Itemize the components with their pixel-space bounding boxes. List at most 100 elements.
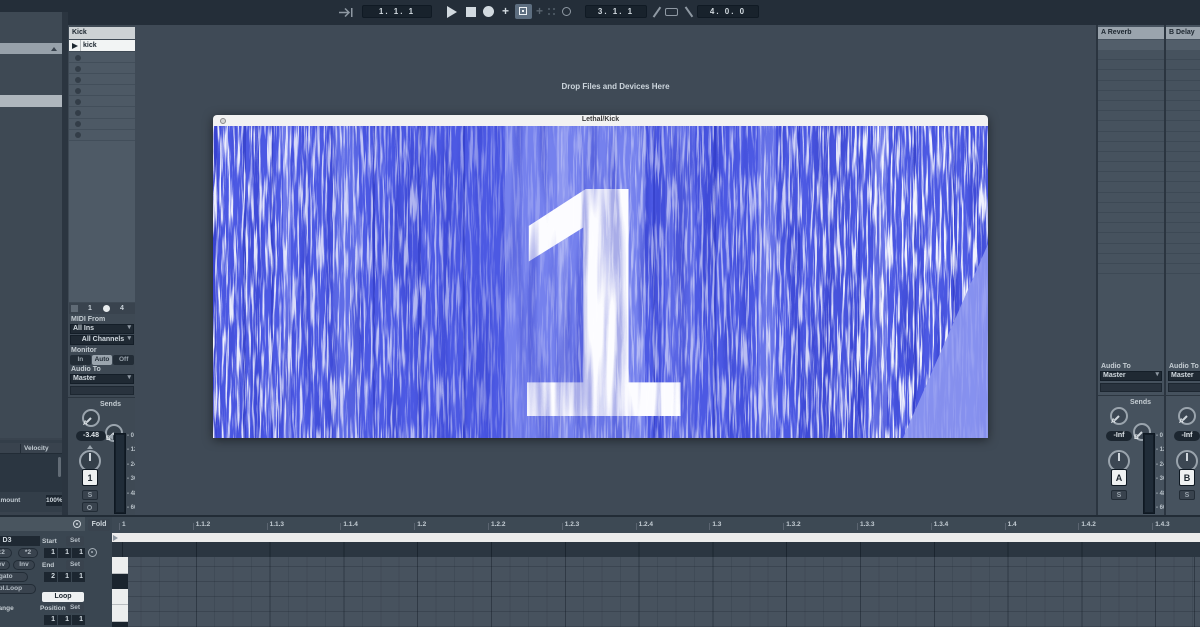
double-tempo-button[interactable]: *2 — [18, 548, 38, 558]
return-slot-row[interactable] — [1098, 152, 1164, 162]
return-slot-row[interactable] — [1166, 172, 1200, 182]
return-slot-row[interactable] — [1166, 101, 1200, 111]
return-slot-row[interactable] — [1098, 203, 1164, 213]
record-button[interactable] — [483, 6, 494, 17]
monitor-in-button[interactable]: In — [70, 355, 91, 365]
end-sixteenth-value[interactable]: 1 — [72, 572, 85, 582]
midi-from-select[interactable]: All Ins ▾ — [70, 324, 134, 334]
return-slot-row[interactable] — [1166, 223, 1200, 233]
output-sub-routing-field[interactable] — [1168, 383, 1200, 392]
scrollbar-thumb[interactable] — [58, 457, 61, 477]
overdub-button[interactable]: + — [502, 6, 509, 17]
return-slot-row[interactable] — [1098, 193, 1164, 203]
return-slot-row[interactable] — [1166, 50, 1200, 60]
return-slot-row[interactable] — [1166, 111, 1200, 121]
loop-length-display[interactable]: 4. 0. 0 — [697, 5, 759, 18]
track-title-return-a[interactable]: A Reverb — [1098, 27, 1164, 39]
return-slot-row[interactable] — [1098, 101, 1164, 111]
punch-out-icon[interactable] — [684, 7, 694, 17]
volume-display[interactable]: -3.48 — [76, 431, 106, 441]
clip-stop-slot[interactable] — [69, 85, 135, 96]
solo-button[interactable]: S — [82, 490, 98, 500]
clip-stop-slot[interactable] — [69, 52, 135, 63]
send-a-knob[interactable]: A — [1110, 407, 1128, 425]
return-slot-row[interactable] — [1098, 264, 1164, 274]
end-beat-value[interactable]: 1 — [58, 572, 71, 582]
midi-channel-select[interactable]: All Channels ▾ — [70, 335, 134, 345]
return-slot-row[interactable] — [1098, 60, 1164, 70]
return-slot-row[interactable] — [1098, 172, 1164, 182]
fold-button[interactable]: Fold — [88, 519, 110, 531]
dupl-loop-button[interactable]: Dupl.Loop — [0, 584, 36, 594]
return-slot-row[interactable] — [1098, 254, 1164, 264]
return-slot-row[interactable] — [1166, 213, 1200, 223]
return-b-top-slot[interactable] — [1166, 40, 1200, 50]
browser-selected-item[interactable] — [0, 95, 62, 107]
clip-stop-slot[interactable] — [69, 130, 135, 141]
return-slot-row[interactable] — [1166, 182, 1200, 192]
return-slot-row[interactable] — [1166, 233, 1200, 243]
return-slot-row[interactable] — [1166, 60, 1200, 70]
track-activator-button[interactable]: A — [1111, 469, 1127, 486]
return-slot-row[interactable] — [1098, 182, 1164, 192]
piano-key-black[interactable] — [112, 622, 128, 627]
track-activator-button[interactable]: 1 — [82, 469, 98, 486]
hotswap-icon[interactable] — [73, 520, 81, 528]
return-slot-row[interactable] — [1166, 81, 1200, 91]
return-slot-row[interactable] — [1166, 152, 1200, 162]
clip-stop-slot[interactable] — [69, 107, 135, 118]
clip-stop-slot[interactable] — [69, 96, 135, 107]
return-slot-row[interactable] — [1166, 132, 1200, 142]
beat-ruler[interactable]: 11.1.21.1.31.1.41.21.2.21.2.31.2.41.31.3… — [112, 517, 1200, 533]
scene-square-icon[interactable] — [71, 305, 78, 312]
play-button[interactable] — [447, 6, 457, 18]
return-slot-row[interactable] — [1098, 223, 1164, 233]
end-bar-value[interactable]: 2 — [44, 572, 57, 582]
piano-key-white[interactable] — [112, 589, 128, 605]
position-beat-value[interactable]: 1 — [58, 615, 71, 625]
return-slot-row[interactable] — [1166, 244, 1200, 254]
stop-button[interactable] — [466, 7, 476, 17]
return-slot-row[interactable] — [1166, 91, 1200, 101]
return-slot-row[interactable] — [1166, 121, 1200, 131]
piano-key-white[interactable] — [112, 605, 128, 622]
track-title-return-b[interactable]: B Delay — [1166, 27, 1200, 39]
return-b-audio-to-select[interactable]: Master — [1168, 371, 1200, 381]
volume-display[interactable]: -Inf — [1106, 431, 1132, 441]
return-slot-row[interactable] — [1166, 162, 1200, 172]
volume-display[interactable]: -Inf — [1174, 431, 1200, 441]
automation-arm-button[interactable] — [515, 4, 532, 19]
session-record-dots-icon[interactable] — [548, 8, 556, 16]
track-activator-button[interactable]: B — [1179, 469, 1195, 486]
position-sixteenth-value[interactable]: 1 — [72, 615, 85, 625]
re-enable-automation-button[interactable]: + — [536, 6, 543, 17]
monitor-off-button[interactable]: Off — [113, 355, 134, 365]
loop-start-marker-icon[interactable] — [113, 535, 118, 541]
return-slot-row[interactable] — [1166, 203, 1200, 213]
draw-mode-circle-icon[interactable] — [562, 7, 571, 16]
output-sub-routing-field[interactable] — [1100, 383, 1162, 392]
return-slot-row[interactable] — [1098, 162, 1164, 172]
half-tempo-button[interactable]: :2 — [0, 548, 12, 558]
return-a-audio-to-select[interactable]: Master ▾ — [1100, 371, 1162, 381]
position-bar-value[interactable]: 1 — [44, 615, 57, 625]
return-slot-row[interactable] — [1098, 121, 1164, 131]
return-slot-row[interactable] — [1166, 254, 1200, 264]
reverse-button[interactable]: Rev — [0, 560, 10, 570]
return-slot-row[interactable] — [1098, 132, 1164, 142]
clip-slot-kick[interactable]: kick — [69, 40, 135, 51]
track-title-kick[interactable]: Kick — [69, 27, 135, 39]
start-bar-value[interactable]: 1 — [44, 548, 57, 558]
solo-button[interactable]: S — [1111, 490, 1127, 500]
plugin-titlebar[interactable]: Lethal/Kick — [213, 115, 988, 126]
plugin-window-lethal[interactable]: Lethal/Kick — [213, 115, 988, 438]
return-slot-row[interactable] — [1098, 213, 1164, 223]
return-a-top-slot[interactable] — [1098, 40, 1164, 50]
clip-stop-slot[interactable] — [69, 63, 135, 74]
arrangement-position-display[interactable]: 1. 1. 1 — [362, 5, 432, 18]
return-slot-row[interactable] — [1166, 264, 1200, 274]
scene-dot-icon[interactable] — [103, 305, 110, 312]
position-set-button[interactable]: Set — [66, 603, 84, 613]
send-a-knob[interactable]: A — [82, 409, 100, 427]
global-amount-value[interactable]: 100% — [46, 495, 62, 506]
